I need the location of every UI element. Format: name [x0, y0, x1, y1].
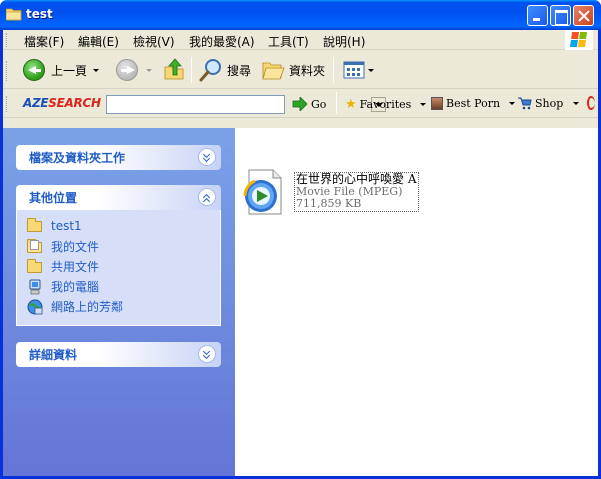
shop-label: Shop [535, 97, 564, 110]
place-label: 我的文件 [51, 240, 100, 254]
cart-icon [518, 97, 532, 110]
toolbar-separator [191, 57, 192, 83]
content-area: 檔案及資料夾工作 其他位置 test1 我的文件 共用文件 我的電腦 網路上的芳… [3, 128, 598, 476]
logo-part-aze: AZE [23, 96, 49, 110]
folders-button[interactable]: 資料夾 [261, 58, 325, 82]
chevron-down-icon[interactable] [93, 68, 100, 72]
file-size: 711,859 KB [296, 197, 362, 210]
azesearch-toolbar: AZESEARCH Go ★ Favorites Best Porn Shop [3, 90, 598, 118]
standard-toolbar: 上一頁 搜尋 資料夾 [3, 51, 598, 89]
my-computer-icon [27, 279, 43, 295]
toolbar-grip[interactable] [6, 61, 9, 81]
chevron-down-icon[interactable] [573, 102, 580, 105]
windows-flag-icon [569, 32, 588, 47]
back-label: 上一頁 [51, 63, 88, 78]
forward-arrow-icon [116, 59, 138, 81]
file-tasks-title: 檔案及資料夾工作 [29, 151, 126, 165]
place-label: 網路上的芳鄰 [51, 300, 124, 314]
up-button[interactable] [163, 57, 185, 81]
place-label: test1 [51, 219, 82, 233]
collapse-icon[interactable] [198, 188, 216, 206]
menu-help[interactable]: 說明(H) [323, 33, 365, 50]
window-body: 檔案(F) 編輯(E) 檢視(V) 我的最愛(A) 工具(T) 說明(H) 上一… [3, 30, 598, 476]
star-icon: ★ [345, 97, 357, 112]
photo-icon [431, 97, 443, 110]
network-places-icon [27, 299, 43, 315]
minimize-button[interactable] [527, 5, 548, 26]
views-button[interactable] [343, 60, 374, 80]
chevron-down-icon[interactable] [509, 102, 516, 105]
windows-logo [565, 30, 593, 50]
folders-icon [262, 62, 285, 80]
chevron-down-icon[interactable] [146, 68, 152, 72]
more-icon[interactable] [587, 96, 595, 110]
search-button[interactable]: 搜尋 [199, 58, 251, 82]
search-icon [199, 59, 221, 82]
logo-part-search: SEARCH [48, 96, 101, 110]
place-label: 我的電腦 [51, 280, 100, 294]
go-label: Go [311, 97, 327, 111]
azesearch-input[interactable] [106, 95, 386, 114]
shop-button[interactable]: Shop [518, 97, 580, 110]
menu-file[interactable]: 檔案(F) [24, 33, 64, 50]
up-folder-icon [164, 58, 184, 80]
place-my-documents[interactable]: 我的文件 [27, 238, 99, 255]
details-header[interactable]: 詳細資料 [16, 342, 221, 367]
chevron-down-icon[interactable] [368, 68, 374, 72]
title-bar[interactable]: test [0, 0, 601, 30]
back-arrow-icon [23, 59, 45, 81]
place-network[interactable]: 網路上的芳鄰 [27, 298, 123, 315]
window-title: test [26, 7, 53, 21]
toolbar-grip[interactable] [6, 96, 9, 112]
favorites-label: Favorites [359, 98, 412, 111]
menu-tools[interactable]: 工具(T) [268, 33, 309, 50]
other-places-title: 其他位置 [29, 191, 78, 205]
place-shared-documents[interactable]: 共用文件 [27, 258, 99, 275]
other-places-panel: test1 我的文件 共用文件 我的電腦 網路上的芳鄰 [16, 210, 221, 326]
bestporn-button[interactable]: Best Porn [431, 97, 516, 110]
forward-button[interactable] [116, 59, 152, 81]
menu-favorites[interactable]: 我的最愛(A) [189, 33, 255, 50]
toolbar-separator [336, 92, 337, 114]
toolbar-grip[interactable] [6, 33, 9, 47]
menu-bar: 檔案(F) 編輯(E) 檢視(V) 我的最愛(A) 工具(T) 說明(H) [3, 30, 598, 50]
place-label: 共用文件 [51, 260, 100, 274]
place-test1[interactable]: test1 [27, 218, 82, 234]
task-pane: 檔案及資料夾工作 其他位置 test1 我的文件 共用文件 我的電腦 網路上的芳… [3, 128, 235, 476]
my-documents-icon [27, 238, 43, 255]
windows-media-player-icon [243, 169, 282, 215]
file-tasks-header[interactable]: 檔案及資料夾工作 [16, 145, 221, 170]
menu-view[interactable]: 檢視(V) [133, 33, 175, 50]
views-icon [343, 61, 365, 79]
folder-icon [6, 8, 22, 21]
folders-label: 資料夾 [289, 63, 326, 78]
explorer-window: test 檔案(F) 編輯(E) 檢視(V) 我的最愛(A) 工具(T) 說明(… [0, 0, 601, 479]
favorites-button[interactable]: ★ Favorites [345, 97, 427, 112]
maximize-button[interactable] [550, 5, 571, 26]
bestporn-label: Best Porn [446, 97, 501, 110]
menu-edit[interactable]: 編輯(E) [78, 33, 119, 50]
azesearch-logo[interactable]: AZESEARCH [23, 96, 101, 110]
back-button[interactable]: 上一頁 [23, 59, 100, 81]
search-label: 搜尋 [227, 63, 252, 78]
close-button[interactable] [573, 5, 594, 26]
go-arrow-icon [292, 97, 308, 111]
folder-icon [27, 218, 43, 234]
place-my-computer[interactable]: 我的電腦 [27, 278, 99, 295]
toolbar-separator [333, 57, 334, 83]
chevron-down-icon[interactable] [420, 103, 427, 106]
go-button[interactable]: Go [292, 97, 326, 111]
shared-documents-icon [27, 258, 43, 275]
details-title: 詳細資料 [29, 348, 78, 362]
file-label-box: 在世界的心中呼喚愛 A Movie File (MPEG) 711,859 KB [294, 172, 419, 212]
other-places-header[interactable]: 其他位置 [16, 185, 221, 210]
expand-icon[interactable] [198, 148, 216, 166]
expand-icon[interactable] [198, 345, 216, 363]
